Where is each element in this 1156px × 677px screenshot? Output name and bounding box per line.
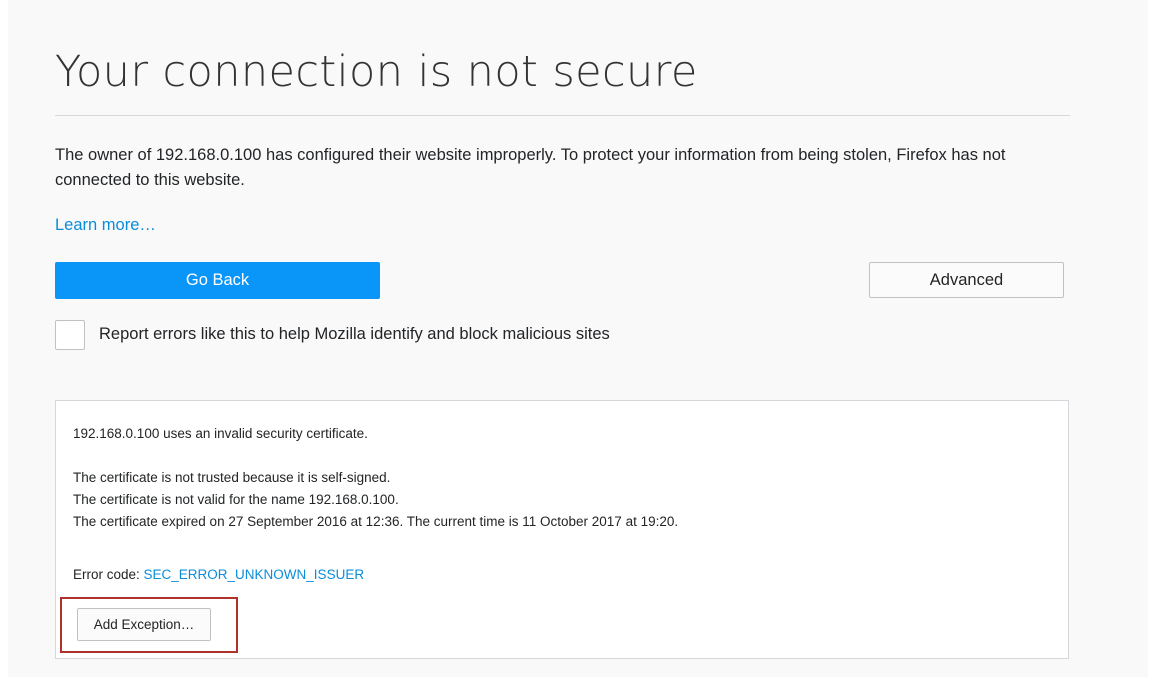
details-summary: 192.168.0.100 uses an invalid security c… (73, 426, 368, 441)
error-code-link[interactable]: SEC_ERROR_UNKNOWN_ISSUER (144, 567, 365, 582)
details-line-expired: The certificate expired on 27 September … (73, 514, 679, 529)
advanced-button[interactable]: Advanced (869, 262, 1064, 298)
page-title: Your connection is not secure (55, 47, 698, 97)
error-code-line: Error code: SEC_ERROR_UNKNOWN_ISSUER (73, 565, 364, 585)
error-description: The owner of 192.168.0.100 has configure… (55, 146, 1006, 189)
go-back-button[interactable]: Go Back (55, 262, 380, 299)
error-code-label: Error code: (73, 567, 144, 582)
learn-more-link[interactable]: Learn more… (55, 214, 156, 236)
details-line-invalid-name: The certificate is not valid for the nam… (73, 492, 399, 507)
report-errors-checkbox[interactable] (55, 320, 85, 350)
details-line-self-signed: The certificate is not trusted because i… (73, 470, 391, 485)
report-errors-label: Report errors like this to help Mozilla … (99, 325, 610, 343)
add-exception-button[interactable]: Add Exception… (77, 608, 211, 641)
title-divider (55, 115, 1070, 116)
advanced-details-panel: 192.168.0.100 uses an invalid security c… (55, 400, 1069, 659)
